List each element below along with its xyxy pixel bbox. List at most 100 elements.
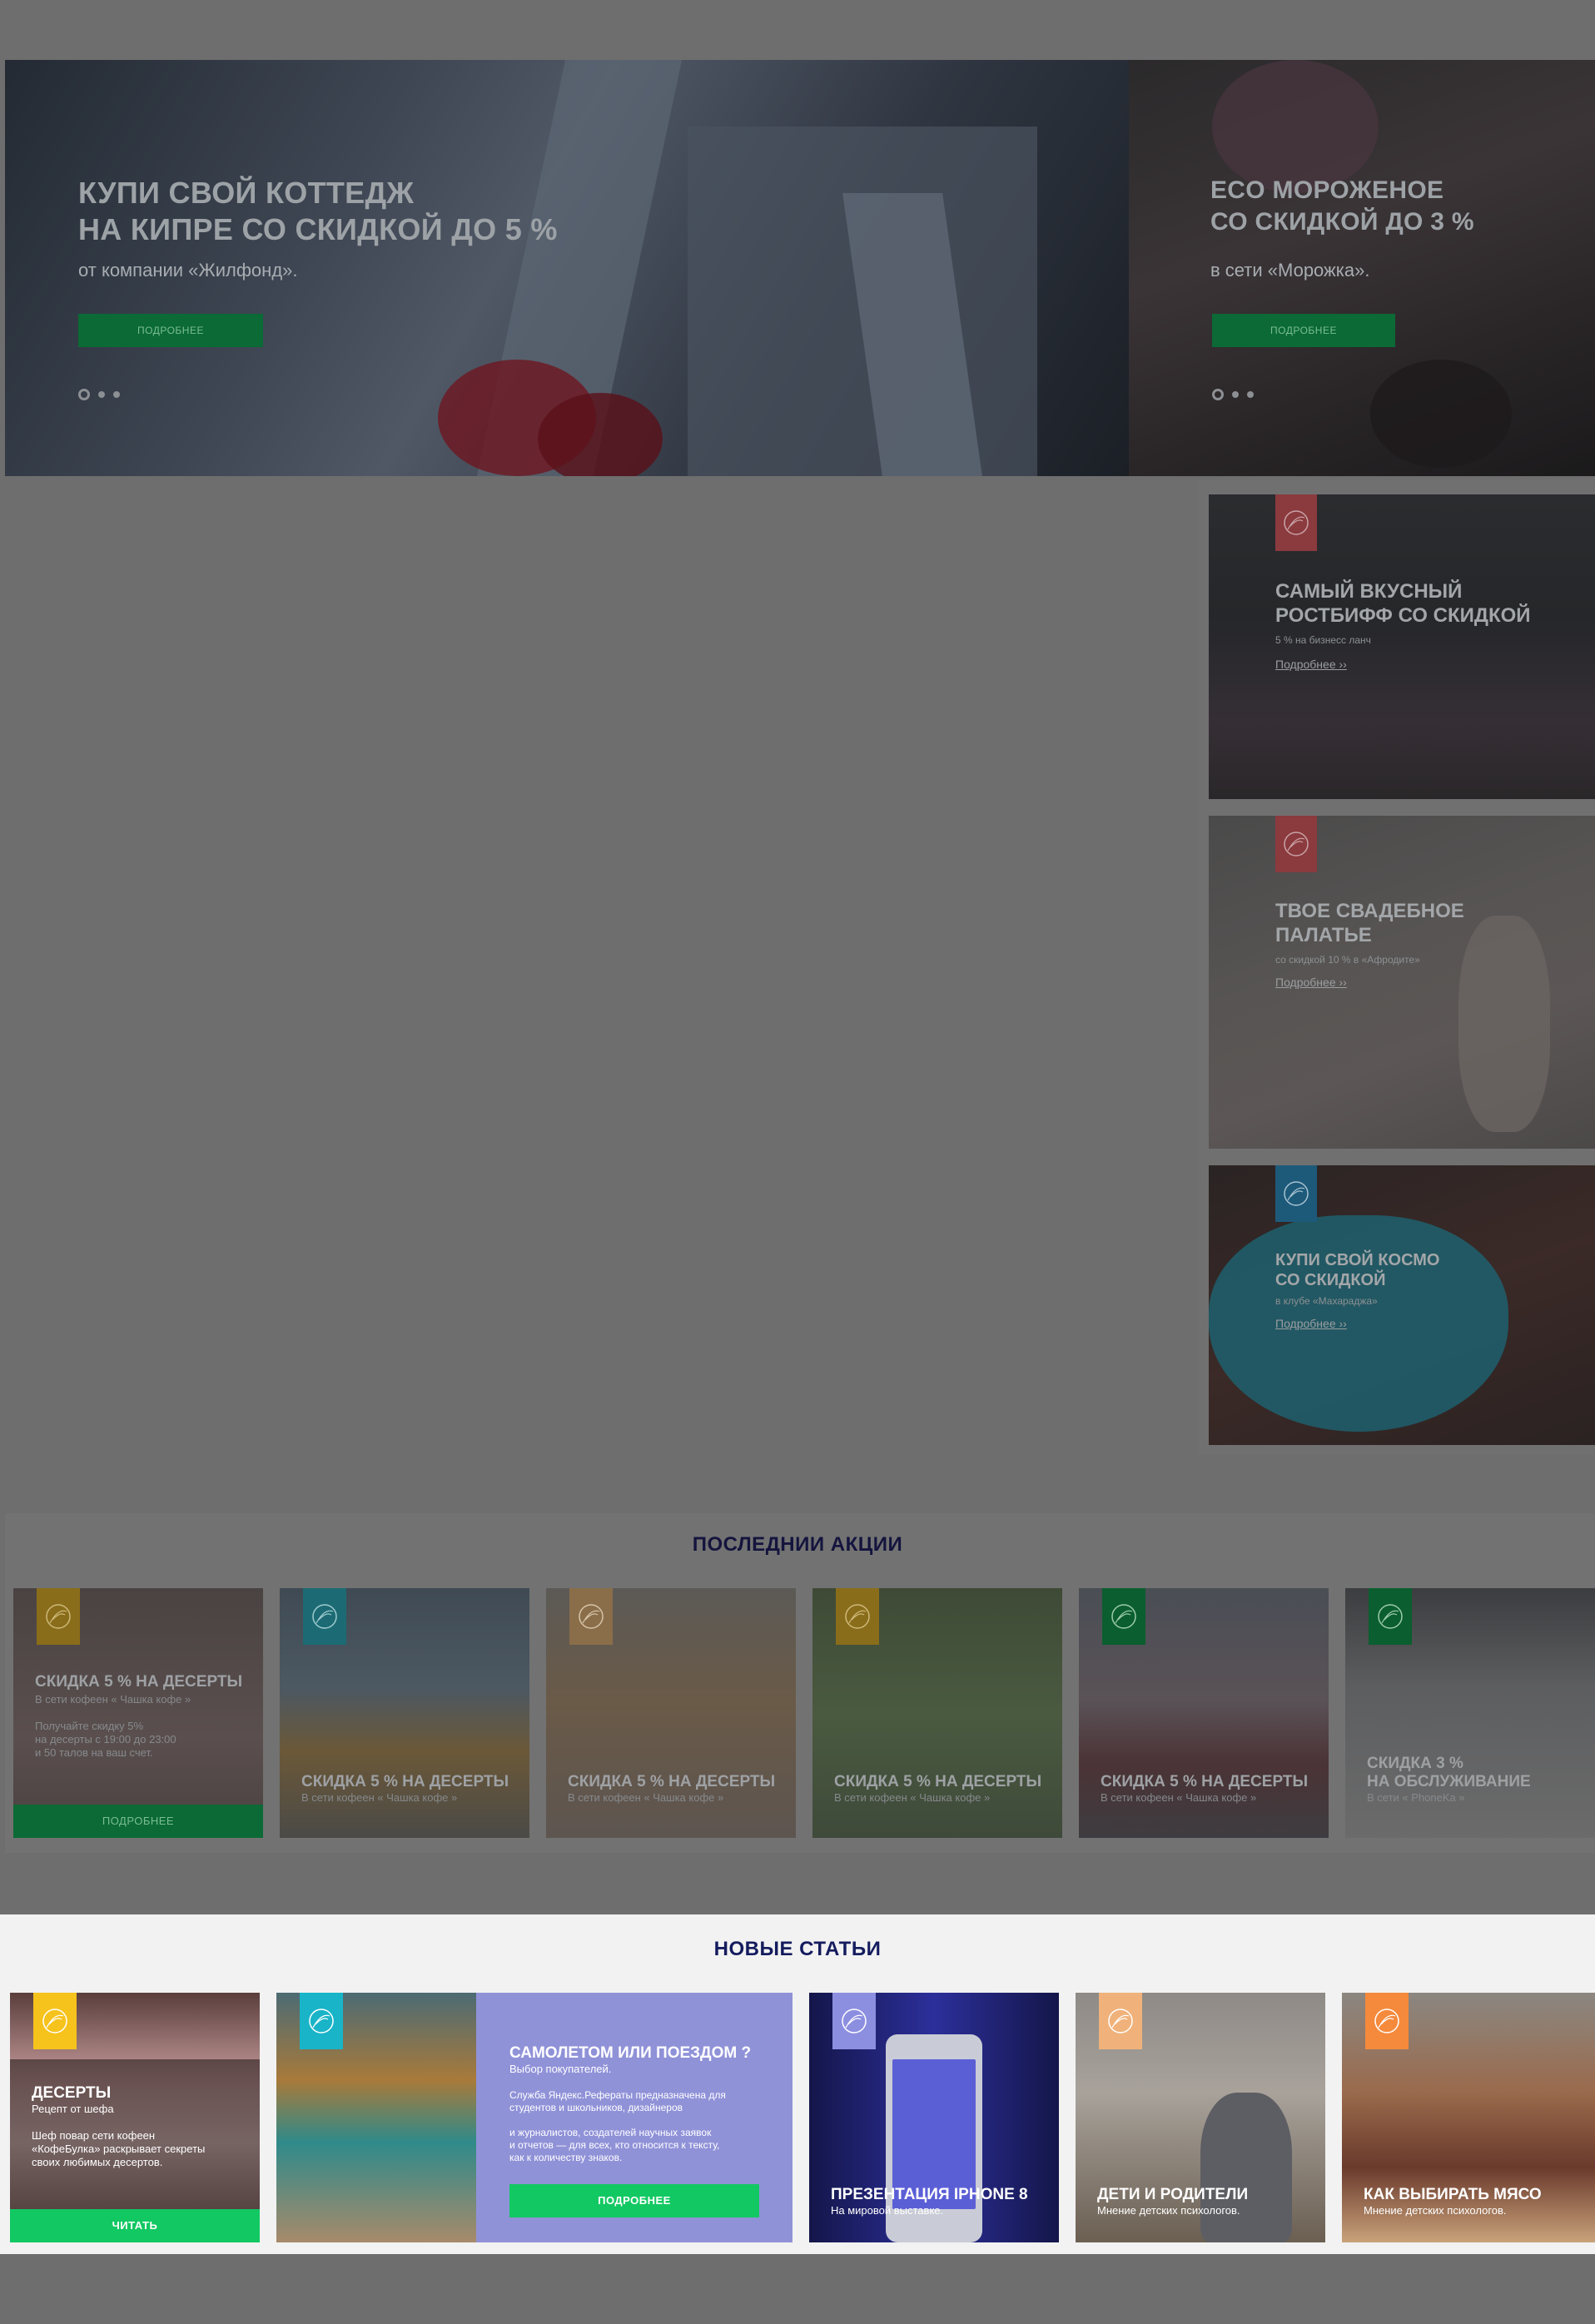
- leaf-icon: [309, 2009, 334, 2034]
- section-title: ПОСЛЕДНИИ АКЦИИ: [692, 1533, 903, 1556]
- article-card[interactable]: КАК ВЫБИРАТЬ МЯСО Мнение детских психоло…: [1342, 1993, 1595, 2242]
- leaf-icon: [1374, 2009, 1399, 2034]
- promo-tag: [1275, 816, 1317, 872]
- action-card[interactable]: СКИДКА 5 % НА ДЕСЕРТЫ В сети кофеен « Ча…: [546, 1588, 796, 1838]
- promo-more-link[interactable]: Подробнее ››: [1275, 976, 1347, 989]
- action-card[interactable]: СКИДКА 5 % НА ДЕСЕРТЫ В сети кофеен « Ча…: [1079, 1588, 1329, 1838]
- article-title: ДЕСЕРТЫ: [32, 2084, 112, 2102]
- action-tag: [836, 1588, 879, 1645]
- article-title: КАК ВЫБИРАТЬ МЯСО: [1364, 2186, 1542, 2203]
- hero-slide-cottage: КУПИ СВОЙ КОТТЕДЖ НА КИПРЕ СО СКИДКОЙ ДО…: [5, 60, 1129, 476]
- article-body: Шеф повар сети кофеен «КофеБулка» раскры…: [32, 2129, 206, 2168]
- hero-title: КУПИ СВОЙ КОТТЕДЖ НА КИПРЕ СО СКИДКОЙ ДО…: [78, 176, 558, 246]
- action-subtitle: В сети кофеен « Чашка кофе »: [301, 1791, 458, 1804]
- hero-image-icecream: [1212, 60, 1379, 193]
- slider-dot[interactable]: [1232, 391, 1239, 398]
- promo-tag: [1275, 1165, 1317, 1222]
- leaf-icon: [312, 1604, 337, 1629]
- article-body: Служба Яндекс.Рефераты предназначена для…: [509, 2089, 726, 2163]
- leaf-icon: [1284, 510, 1309, 535]
- leaf-icon: [42, 2009, 67, 2034]
- leaf-icon: [1284, 1181, 1309, 1206]
- action-card[interactable]: СКИДКА 5 % НА ДЕСЕРТЫ В сети кофеен « Ча…: [13, 1588, 263, 1838]
- article-title: ДЕТИ И РОДИТЕЛИ: [1097, 2186, 1249, 2203]
- article-subtitle: Выбор покупателей.: [509, 2063, 612, 2075]
- slider-dot[interactable]: [1247, 391, 1254, 398]
- action-title: СКИДКА 5 % НА ДЕСЕРТЫ: [834, 1773, 1042, 1790]
- action-subtitle: В сети кофеен « Чашка кофе »: [834, 1791, 991, 1804]
- hero-subtitle: в сети «Морожка».: [1210, 260, 1370, 281]
- article-card[interactable]: ПРЕЗЕНТАЦИЯ IPHONE 8 На мировой выставке…: [809, 1993, 1059, 2242]
- article-card[interactable]: ДЕТИ И РОДИТЕЛИ Мнение детских психолого…: [1076, 1993, 1325, 2242]
- article-tag: [300, 1993, 343, 2049]
- leaf-icon: [579, 1604, 604, 1629]
- action-tag: [569, 1588, 613, 1645]
- action-subtitle: В сети кофеен « Чашка кофе »: [1101, 1791, 1257, 1804]
- article-card-featured[interactable]: САМОЛЕТОМ ИЛИ ПОЕЗДОМ ? Выбор покупателе…: [276, 1993, 793, 2242]
- hero-image-berries: [1370, 360, 1512, 468]
- article-tag: [1365, 1993, 1409, 2049]
- article-subtitle: Рецепт от шефа: [32, 2103, 114, 2115]
- slider-pagination: [1212, 389, 1254, 400]
- side-promos: САМЫЙ ВКУСНЫЙ РОСТБИФФ СО СКИДКОЙ 5 % на…: [1199, 479, 1595, 1455]
- leaf-icon: [845, 1604, 870, 1629]
- hero-slide-icecream: ECO МОРОЖЕНОЕ СО СКИДКОЙ ДО 3 % в сети «…: [1129, 60, 1595, 476]
- latest-actions-section: ПОСЛЕДНИИ АКЦИИ СКИДКА 5 % НА ДЕСЕРТЫ В …: [5, 1513, 1595, 1853]
- promo-more-link[interactable]: Подробнее ››: [1275, 658, 1347, 671]
- action-more-button[interactable]: ПОДРОБНЕЕ: [13, 1805, 263, 1838]
- slider-pagination: [78, 389, 120, 400]
- hero-slider: КУПИ СВОЙ КОТТЕДЖ НА КИПРЕ СО СКИДКОЙ ДО…: [5, 60, 1595, 476]
- article-tag: [832, 1993, 876, 2049]
- promo-subtitle: в клубе «Махараджа»: [1275, 1295, 1378, 1307]
- new-articles-section: НОВЫЕ СТАТЬИ ДЕСЕРТЫ Рецепт от шефа Шеф …: [0, 1914, 1595, 2254]
- promo-card-rostbif[interactable]: САМЫЙ ВКУСНЫЙ РОСТБИФФ СО СКИДКОЙ 5 % на…: [1209, 494, 1595, 799]
- article-subtitle: Мнение детских психологов.: [1097, 2204, 1240, 2217]
- leaf-icon: [842, 2009, 867, 2034]
- article-image-child: [1200, 2093, 1292, 2242]
- action-card[interactable]: СКИДКА 5 % НА ДЕСЕРТЫ В сети кофеен « Ча…: [280, 1588, 529, 1838]
- action-tag: [37, 1588, 80, 1645]
- action-subtitle: В сети кофеен « Чашка кофе »: [568, 1791, 724, 1804]
- action-tag: [1369, 1588, 1412, 1645]
- article-card[interactable]: ДЕСЕРТЫ Рецепт от шефа Шеф повар сети ко…: [10, 1993, 260, 2242]
- slider-dot[interactable]: [113, 391, 120, 398]
- action-title: СКИДКА 5 % НА ДЕСЕРТЫ: [35, 1673, 243, 1691]
- article-subtitle: На мировой выставке.: [831, 2204, 944, 2217]
- action-title: СКИДКА 3 % НА ОБСЛУЖИВАНИЕ: [1367, 1755, 1531, 1790]
- action-body: Получайте скидку 5% на десерты с 19:00 д…: [35, 1720, 176, 1759]
- promo-card-cocktail[interactable]: КУПИ СВОЙ КОСМО СО СКИДКОЙ в клубе «Маха…: [1209, 1165, 1595, 1445]
- slider-dot-active[interactable]: [1212, 389, 1224, 400]
- section-title: НОВЫЕ СТАТЬИ: [713, 1938, 882, 1960]
- leaf-icon: [1378, 1604, 1403, 1629]
- leaf-icon: [1111, 1604, 1136, 1629]
- article-tag: [33, 1993, 77, 2049]
- article-title: ПРЕЗЕНТАЦИЯ IPHONE 8: [831, 2186, 1028, 2203]
- action-card[interactable]: СКИДКА 3 % НА ОБСЛУЖИВАНИЕ В сети « Phon…: [1345, 1588, 1595, 1838]
- action-title: СКИДКА 5 % НА ДЕСЕРТЫ: [568, 1773, 776, 1790]
- action-title: СКИДКА 5 % НА ДЕСЕРТЫ: [301, 1773, 509, 1790]
- action-title: СКИДКА 5 % НА ДЕСЕРТЫ: [1101, 1773, 1309, 1790]
- hero-more-button[interactable]: ПОДРОБНЕЕ: [78, 314, 263, 347]
- promo-image-bride: [1458, 916, 1550, 1132]
- promo-tag: [1275, 494, 1317, 551]
- promo-title: ТВОЕ СВАДЕБНОЕ ПАЛАТЬЕ: [1275, 900, 1464, 946]
- article-subtitle: Мнение детских психологов.: [1364, 2204, 1507, 2217]
- article-more-button[interactable]: ПОДРОБНЕЕ: [509, 2184, 759, 2217]
- hero-more-button[interactable]: ПОДРОБНЕЕ: [1212, 314, 1395, 347]
- article-title: САМОЛЕТОМ ИЛИ ПОЕЗДОМ ?: [509, 2044, 752, 2062]
- action-tag: [303, 1588, 346, 1645]
- promo-title: КУПИ СВОЙ КОСМО СО СКИДКОЙ: [1275, 1251, 1440, 1289]
- slider-dot-active[interactable]: [78, 389, 90, 400]
- leaf-icon: [1108, 2009, 1133, 2034]
- promo-subtitle: 5 % на бизнесс ланч: [1275, 634, 1371, 646]
- action-card[interactable]: СКИДКА 5 % НА ДЕСЕРТЫ В сети кофеен « Ча…: [812, 1588, 1062, 1838]
- article-tag: [1099, 1993, 1142, 2049]
- promo-more-link[interactable]: Подробнее ››: [1275, 1317, 1347, 1330]
- slider-dot[interactable]: [98, 391, 105, 398]
- promo-image-cocktail: [1209, 1215, 1508, 1432]
- promo-card-wedding[interactable]: ТВОЕ СВАДЕБНОЕ ПАЛАТЬЕ со скидкой 10 % в…: [1209, 816, 1595, 1149]
- action-subtitle: В сети кофеен « Чашка кофе »: [35, 1693, 191, 1706]
- promo-title: САМЫЙ ВКУСНЫЙ РОСТБИФФ СО СКИДКОЙ: [1275, 580, 1531, 627]
- leaf-icon: [1284, 832, 1309, 857]
- article-read-button[interactable]: ЧИТАТЬ: [10, 2209, 260, 2242]
